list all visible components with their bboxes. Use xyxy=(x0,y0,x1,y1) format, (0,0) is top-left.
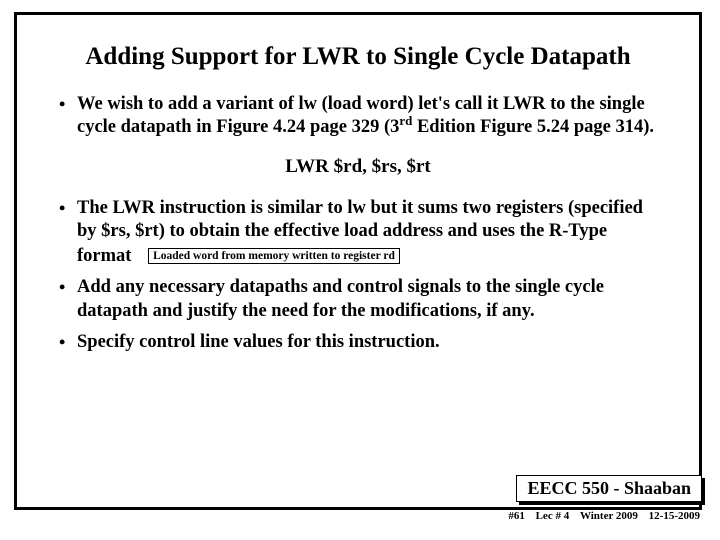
bullet-dot: • xyxy=(59,276,77,322)
footer-course-box: EECC 550 - Shaaban xyxy=(516,475,702,502)
footer-course-text: EECC 550 - Shaaban xyxy=(516,475,702,502)
bullet-text: Specify control line values for this ins… xyxy=(77,331,657,354)
bullet1-post: Edition Figure 5.24 page 314). xyxy=(412,117,654,137)
inline-note-wrap: Loaded word from memory written to regis… xyxy=(148,243,400,266)
bullet-text: Add any necessary datapaths and control … xyxy=(77,276,657,322)
bullet-dot: • xyxy=(59,331,77,354)
bullet-item: • The LWR instruction is similar to lw b… xyxy=(59,197,657,268)
code-line: LWR $rd, $rs, $rt xyxy=(59,155,657,179)
bullet-dot: • xyxy=(59,93,77,139)
bullet-text: The LWR instruction is similar to lw but… xyxy=(77,197,657,268)
footer-term: Winter 2009 xyxy=(580,510,638,522)
bullet-dot: • xyxy=(59,197,77,268)
bullet-item: • We wish to add a variant of lw (load w… xyxy=(59,93,657,139)
footer-lec: Lec # 4 xyxy=(536,510,570,522)
slide-title: Adding Support for LWR to Single Cycle D… xyxy=(17,43,699,71)
bullet-item: • Specify control line values for this i… xyxy=(59,331,657,354)
footer-meta: #61 Lec # 4 Winter 2009 12-15-2009 xyxy=(500,510,700,522)
bullet-item: • Add any necessary datapaths and contro… xyxy=(59,276,657,322)
footer-page: #61 xyxy=(508,510,525,522)
slide-body: • We wish to add a variant of lw (load w… xyxy=(17,93,699,354)
bullet-text: We wish to add a variant of lw (load wor… xyxy=(77,93,657,139)
bullet1-sup: rd xyxy=(399,113,412,128)
footer-date: 12-15-2009 xyxy=(649,510,700,522)
inline-note: Loaded word from memory written to regis… xyxy=(148,248,400,264)
slide-frame: Adding Support for LWR to Single Cycle D… xyxy=(14,12,702,510)
